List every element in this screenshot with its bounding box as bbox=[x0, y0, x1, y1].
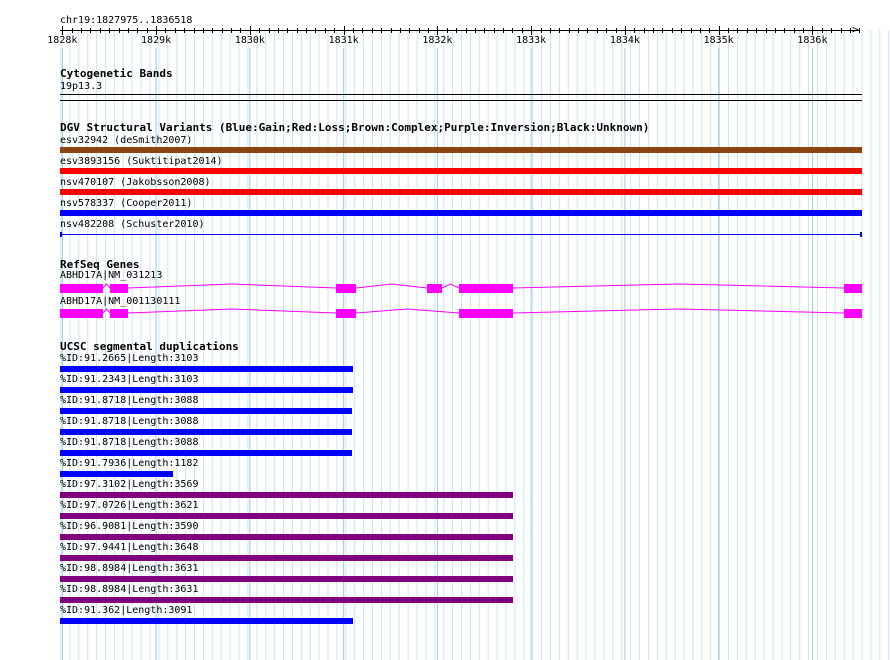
gene-intron bbox=[102, 283, 111, 289]
segdup-item-label: %ID:97.9441|Length:3648 bbox=[60, 542, 199, 553]
segdup-item-label: %ID:98.8984|Length:3631 bbox=[60, 563, 199, 574]
gene-exon[interactable] bbox=[60, 284, 103, 293]
gene-exon[interactable] bbox=[110, 309, 128, 318]
segdup-bar[interactable] bbox=[60, 513, 513, 519]
gene-intron bbox=[512, 283, 845, 289]
gene-exon[interactable] bbox=[60, 309, 103, 318]
segdup-item-label: %ID:91.362|Length:3091 bbox=[60, 605, 193, 616]
segdup-bar[interactable] bbox=[60, 555, 513, 561]
segdup-bar[interactable] bbox=[60, 387, 353, 393]
gene-intron bbox=[355, 308, 460, 314]
segdup-track-title[interactable]: UCSC segmental duplications bbox=[60, 340, 239, 353]
segdup-bar[interactable] bbox=[60, 618, 353, 624]
segdup-bar[interactable] bbox=[60, 534, 513, 540]
gene-intron bbox=[441, 283, 460, 289]
segdup-item-label: %ID:91.8718|Length:3088 bbox=[60, 395, 199, 406]
gene-intron bbox=[102, 308, 111, 314]
segdup-bar[interactable] bbox=[60, 597, 513, 603]
segdup-bar[interactable] bbox=[60, 471, 173, 477]
refseq-gene-models[interactable] bbox=[0, 0, 890, 660]
gene-exon[interactable] bbox=[844, 309, 862, 318]
segdup-item-label: %ID:98.8984|Length:3631 bbox=[60, 584, 199, 595]
segdup-bar[interactable] bbox=[60, 576, 513, 582]
gene-exon[interactable] bbox=[336, 309, 356, 318]
segdup-bar[interactable] bbox=[60, 450, 352, 456]
gene-intron bbox=[127, 283, 337, 289]
segdup-bar[interactable] bbox=[60, 408, 352, 414]
segdup-item-label: %ID:97.0726|Length:3621 bbox=[60, 500, 199, 511]
segdup-item-label: %ID:97.3102|Length:3569 bbox=[60, 479, 199, 490]
gene-intron bbox=[127, 308, 337, 314]
gene-intron bbox=[512, 308, 845, 314]
gene-intron bbox=[355, 283, 428, 289]
segdup-item-label: %ID:96.9081|Length:3590 bbox=[60, 521, 199, 532]
gene-exon[interactable] bbox=[427, 284, 442, 293]
segdup-bar[interactable] bbox=[60, 492, 513, 498]
segdup-item-label: %ID:91.8718|Length:3088 bbox=[60, 437, 199, 448]
segdup-bar[interactable] bbox=[60, 366, 353, 372]
gene-exon[interactable] bbox=[110, 284, 128, 293]
gene-exon[interactable] bbox=[459, 284, 513, 293]
gene-exon[interactable] bbox=[336, 284, 356, 293]
segdup-item-label: %ID:91.8718|Length:3088 bbox=[60, 416, 199, 427]
segdup-item-label: %ID:91.2343|Length:3103 bbox=[60, 374, 199, 385]
segdup-item-label: %ID:91.7936|Length:1182 bbox=[60, 458, 199, 469]
gene-exon[interactable] bbox=[459, 309, 513, 318]
gene-exon[interactable] bbox=[844, 284, 862, 293]
segdup-bar[interactable] bbox=[60, 429, 352, 435]
segdup-item-label: %ID:91.2665|Length:3103 bbox=[60, 353, 199, 364]
